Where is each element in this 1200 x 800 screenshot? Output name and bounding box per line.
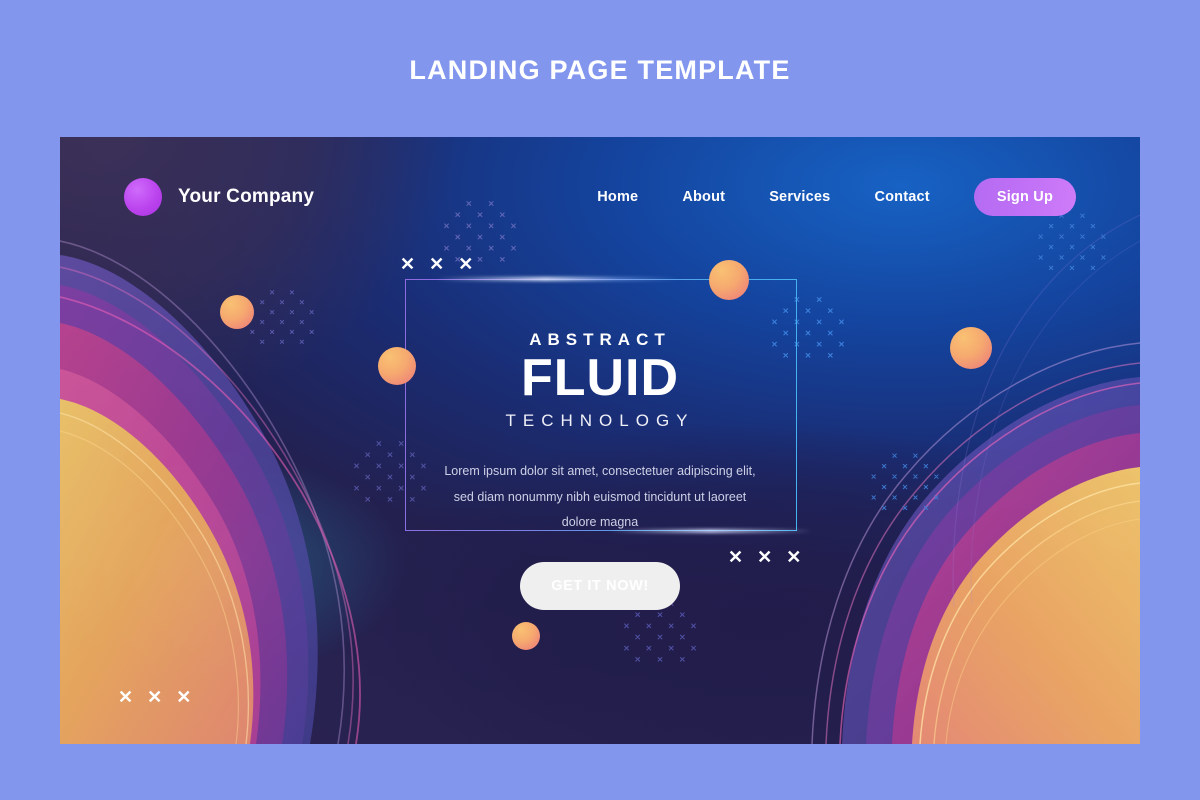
circle-logo-icon (124, 178, 162, 216)
page-title: LANDING PAGE TEMPLATE (409, 55, 791, 85)
hero-headline: FLUID (520, 349, 680, 407)
hero-eyebrow: ABSTRACT (529, 330, 671, 349)
sphere-right (950, 327, 992, 369)
hero-canvas: Your Company Home About Services Contact… (60, 137, 1140, 744)
hero-subhead: TECHNOLOGY (505, 411, 695, 431)
hero-content: ABSTRACT FLUID TECHNOLOGY Lorem ipsum do… (320, 330, 880, 610)
sphere-left-upper (220, 295, 254, 329)
dot-cluster-right-lower (872, 454, 938, 510)
nav-item-services[interactable]: Services (769, 189, 830, 205)
sphere-top-center (709, 260, 749, 300)
nav-item-contact[interactable]: Contact (874, 189, 929, 205)
frame-glow-top (436, 277, 680, 281)
sign-up-button[interactable]: Sign Up (973, 178, 1076, 216)
get-it-now-button[interactable]: GET IT NOW! (520, 561, 680, 610)
nav-item-about[interactable]: About (682, 189, 725, 205)
brand-name: Your Company (178, 186, 315, 207)
brand[interactable]: Your Company (124, 178, 314, 216)
dot-cluster-bottom-center (625, 602, 696, 662)
main-nav: Home About Services Contact Sign Up (597, 178, 1076, 216)
nav-item-home[interactable]: Home (597, 189, 638, 205)
site-header: Your Company Home About Services Contact… (60, 137, 1140, 257)
hero-body-text: Lorem ipsum dolor sit amet, consectetuer… (444, 464, 756, 530)
sphere-bottom-center (512, 622, 540, 650)
dot-cluster-left (251, 291, 314, 344)
